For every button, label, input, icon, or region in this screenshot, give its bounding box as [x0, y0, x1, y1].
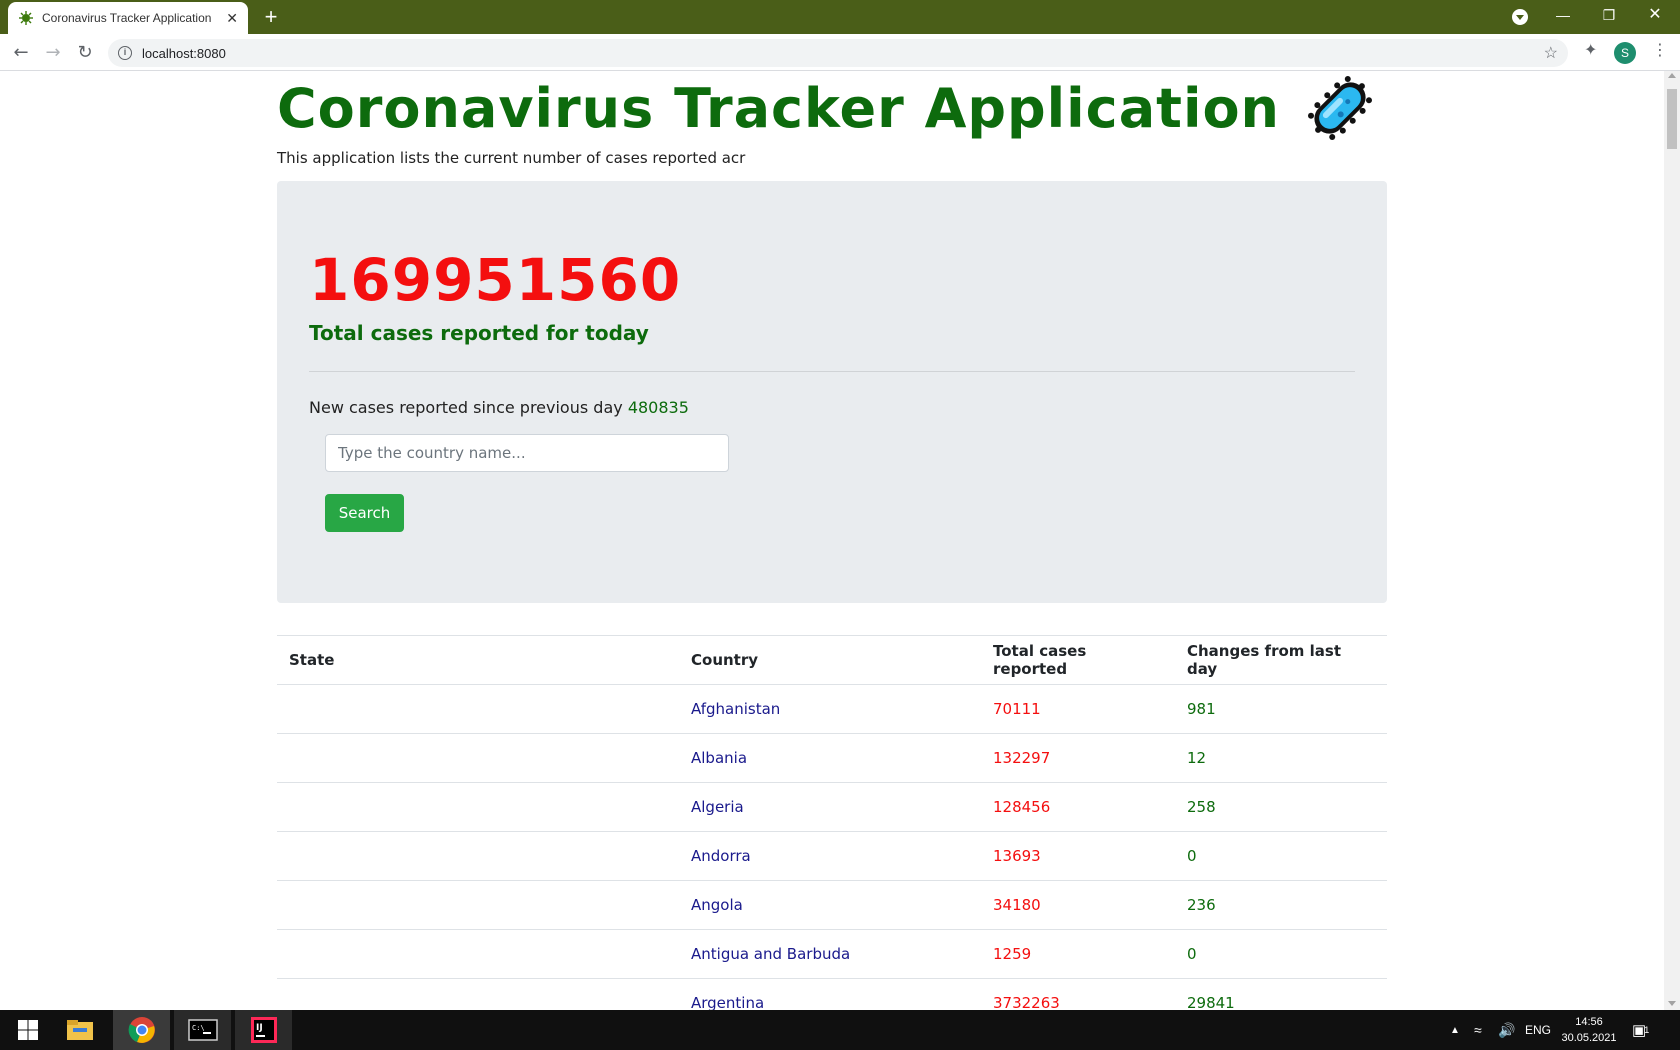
notifications-icon[interactable]: ▣ 1 — [1632, 1010, 1649, 1050]
cell-state — [277, 733, 679, 783]
minimize-icon[interactable]: — — [1540, 0, 1586, 34]
scroll-down-icon[interactable] — [1668, 1001, 1676, 1006]
cell-total: 70111 — [981, 684, 1175, 734]
header-changes: Changes from last day — [1175, 635, 1387, 685]
reload-icon[interactable]: ↻ — [72, 40, 98, 66]
cell-total: 128456 — [981, 782, 1175, 832]
new-cases-line: New cases reported since previous day 48… — [309, 398, 1355, 422]
svg-text:IJ: IJ — [256, 1023, 263, 1033]
browser-tab[interactable]: Coronavirus Tracker Application ✕ — [8, 2, 248, 34]
virus-favicon-icon — [19, 11, 33, 25]
country-search-input[interactable] — [325, 434, 729, 472]
cell-change: 236 — [1175, 880, 1387, 930]
table-row: Afghanistan 70111 981 — [277, 684, 1387, 734]
page-title-text: Coronavirus Tracker Application — [277, 76, 1280, 140]
forward-icon[interactable]: → — [40, 40, 66, 66]
total-cases-number: 169951560 — [309, 246, 682, 314]
cell-state — [277, 831, 679, 881]
browser-toolbar: ← → ↻ i localhost:8080 ☆ — [0, 34, 1680, 71]
page-viewport: Coronavirus Tracker Application This app… — [0, 71, 1664, 1010]
table-header-row: State Country Total cases reported Chang… — [277, 635, 1387, 685]
windows-taskbar: C:\ IJ ▲ ≈ 🔊 ENG 14:56 30.05.2021 ▣ 1 — [0, 1010, 1680, 1050]
cell-country: Angola — [679, 880, 981, 930]
file-explorer-icon[interactable] — [52, 1010, 108, 1050]
cell-change: 29841 — [1175, 978, 1387, 1010]
cell-country: Algeria — [679, 782, 981, 832]
microbe-icon — [1308, 76, 1372, 140]
close-tab-icon[interactable]: ✕ — [226, 10, 238, 27]
svg-text:C:\: C:\ — [192, 1024, 205, 1032]
language-indicator[interactable]: ENG — [1525, 1010, 1551, 1050]
cell-change: 0 — [1175, 929, 1387, 979]
cell-total: 1259 — [981, 929, 1175, 979]
table-row: Antigua and Barbuda 1259 0 — [277, 929, 1387, 979]
cell-country: Antigua and Barbuda — [679, 929, 981, 979]
scroll-up-icon[interactable] — [1668, 73, 1676, 78]
address-bar[interactable]: i localhost:8080 ☆ — [108, 39, 1568, 67]
cell-change: 12 — [1175, 733, 1387, 783]
intellij-taskbar-icon[interactable]: IJ — [235, 1010, 292, 1050]
page-container: Coronavirus Tracker Application This app… — [277, 71, 1387, 1010]
clock-date: 30.05.2021 — [1561, 1032, 1617, 1044]
table-row: Albania 132297 12 — [277, 733, 1387, 783]
windows-start-icon[interactable] — [0, 1010, 56, 1050]
close-window-icon[interactable]: ✕ — [1632, 0, 1678, 34]
cell-total: 3732263 — [981, 978, 1175, 1010]
tab-title: Coronavirus Tracker Application — [42, 11, 212, 25]
chrome-taskbar-icon[interactable] — [113, 1010, 170, 1050]
table-row: Andorra 13693 0 — [277, 831, 1387, 881]
clock-time: 14:56 — [1575, 1016, 1603, 1028]
cell-change: 0 — [1175, 831, 1387, 881]
info-icon[interactable]: i — [118, 46, 132, 60]
page-title: Coronavirus Tracker Application — [277, 75, 1387, 141]
cell-state — [277, 880, 679, 930]
divider — [309, 371, 1355, 372]
page-subtitle: This application lists the current numbe… — [277, 149, 746, 167]
header-total-cases: Total cases reported — [981, 635, 1175, 685]
bookmark-star-icon[interactable]: ☆ — [1544, 43, 1558, 63]
tab-search-icon[interactable] — [1512, 9, 1528, 25]
scrollbar-thumb[interactable] — [1667, 89, 1677, 149]
cases-table: State Country Total cases reported Chang… — [277, 635, 1387, 1010]
cell-total: 34180 — [981, 880, 1175, 930]
header-state: State — [277, 635, 679, 685]
restore-icon[interactable]: ❐ — [1586, 0, 1632, 34]
cell-change: 258 — [1175, 782, 1387, 832]
header-country: Country — [679, 635, 981, 685]
cell-country: Afghanistan — [679, 684, 981, 734]
cell-state — [277, 978, 679, 1010]
new-cases-value: 480835 — [627, 398, 689, 417]
table-row: Angola 34180 236 — [277, 880, 1387, 930]
cell-country: Andorra — [679, 831, 981, 881]
new-cases-label: New cases reported since previous day — [309, 398, 623, 417]
extensions-puzzle-icon[interactable]: ✦ — [1584, 40, 1597, 59]
browser-tab-strip: Coronavirus Tracker Application ✕ + — ❐ … — [0, 0, 1680, 34]
volume-icon[interactable]: 🔊 — [1498, 1010, 1515, 1050]
cell-state — [277, 929, 679, 979]
kebab-menu-icon[interactable]: ⋮ — [1652, 40, 1668, 59]
cell-total: 132297 — [981, 733, 1175, 783]
table-row: Argentina 3732263 29841 — [277, 978, 1387, 1010]
summary-panel: 169951560 Total cases reported for today… — [277, 181, 1387, 603]
cell-state — [277, 684, 679, 734]
search-button[interactable]: Search — [325, 494, 404, 532]
back-icon[interactable]: ← — [8, 40, 34, 66]
terminal-taskbar-icon[interactable]: C:\ — [174, 1010, 231, 1050]
page-scrollbar[interactable] — [1664, 71, 1680, 1010]
table-row: Algeria 128456 258 — [277, 782, 1387, 832]
notification-count: 1 — [1644, 1025, 1650, 1035]
new-tab-button[interactable]: + — [258, 4, 284, 30]
network-icon[interactable]: ≈ — [1474, 1010, 1482, 1050]
cell-change: 981 — [1175, 684, 1387, 734]
profile-avatar[interactable]: S — [1614, 42, 1636, 64]
url-text[interactable]: localhost:8080 — [142, 46, 226, 61]
system-clock[interactable]: 14:56 30.05.2021 — [1556, 1014, 1622, 1046]
cell-total: 13693 — [981, 831, 1175, 881]
cell-country: Albania — [679, 733, 981, 783]
cell-country: Argentina — [679, 978, 981, 1010]
total-cases-label: Total cases reported for today — [309, 321, 649, 345]
cell-state — [277, 782, 679, 832]
tray-overflow-icon[interactable]: ▲ — [1450, 1010, 1460, 1050]
